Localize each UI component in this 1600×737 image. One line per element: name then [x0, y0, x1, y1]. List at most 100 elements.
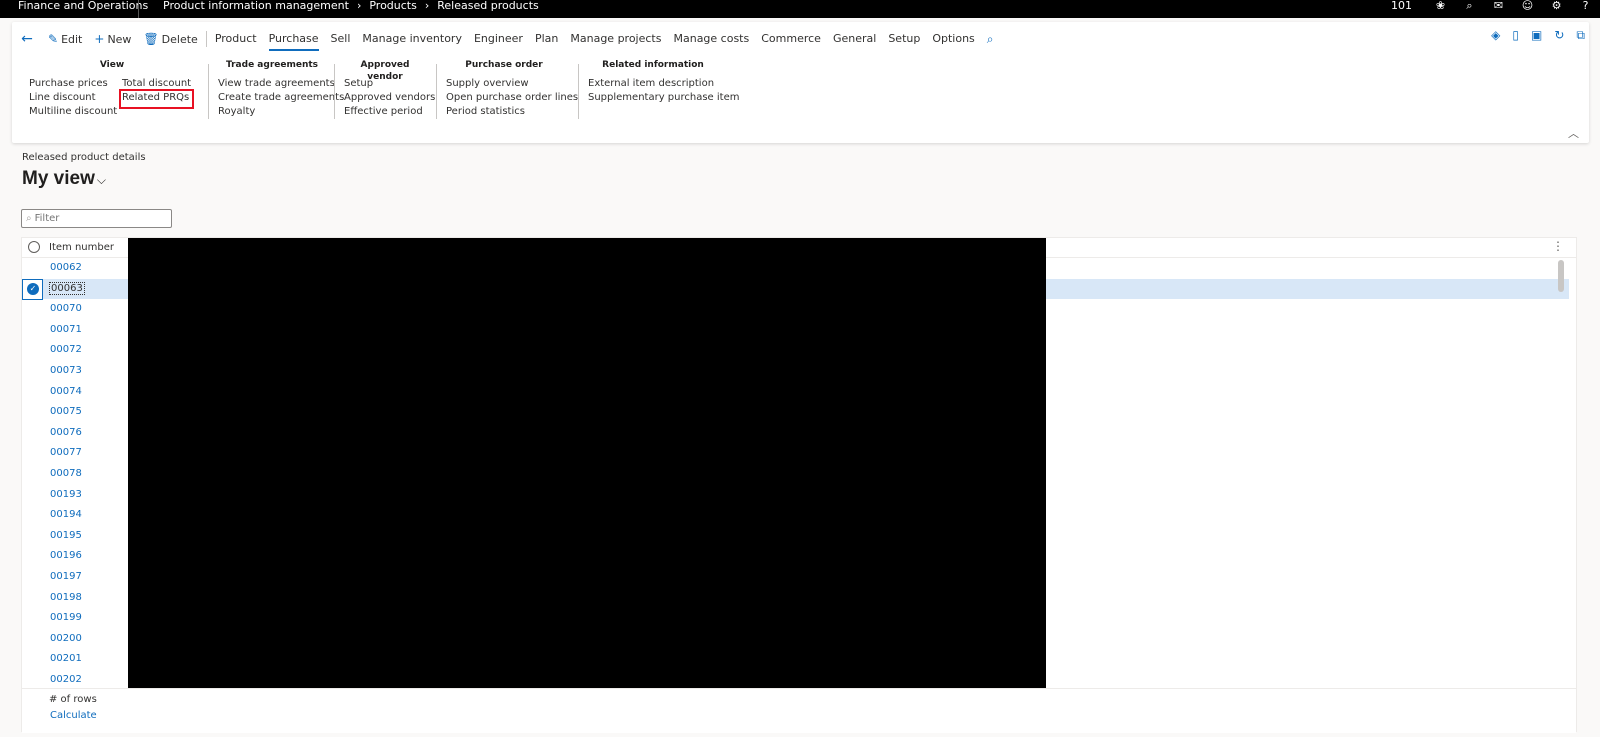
- breadcrumb: Product information management › Products ›…: [163, 0, 539, 11]
- menu-item-approved-vendors[interactable]: Approved vendors: [344, 92, 435, 106]
- grid-footer: # of rows Calculate: [22, 688, 1576, 733]
- item-number-link[interactable]: 00077: [50, 447, 82, 458]
- item-number-link[interactable]: 00197: [50, 571, 82, 582]
- tab-engineer[interactable]: Engineer: [468, 26, 529, 52]
- delete-button[interactable]: 🗑 Delete: [137, 32, 203, 46]
- menu-item-period-statistics[interactable]: Period statistics: [446, 106, 578, 120]
- menu-item-multiline-discount[interactable]: Multiline discount: [29, 106, 117, 120]
- menu-item-create-trade-agreements[interactable]: Create trade agreements: [218, 92, 344, 106]
- group-related-information: Related information External item descri…: [586, 59, 739, 119]
- menu-item-effective-period[interactable]: Effective period: [344, 106, 435, 120]
- menu-item-royalty[interactable]: Royalty: [218, 106, 344, 120]
- group-view: View Purchase prices Line discount Multi…: [26, 59, 198, 119]
- menu-item-setup[interactable]: Setup: [344, 78, 435, 92]
- select-all-radio[interactable]: [28, 241, 40, 253]
- item-number-link[interactable]: 00202: [50, 674, 82, 685]
- more-options-icon[interactable]: ⋮: [1552, 239, 1564, 253]
- item-number-link[interactable]: 00070: [50, 303, 82, 314]
- item-number-link[interactable]: 00078: [50, 468, 82, 479]
- filter-box[interactable]: ⌕: [21, 209, 172, 228]
- menu-item-view-trade-agreements[interactable]: View trade agreements: [218, 78, 344, 92]
- search-icon[interactable]: ⌕: [981, 32, 1000, 47]
- tab-sell[interactable]: Sell: [325, 26, 357, 52]
- menu-item-supply-overview[interactable]: Supply overview: [446, 78, 578, 92]
- group-header: View: [99, 60, 125, 70]
- menu-item-supplementary-purchase-item[interactable]: Supplementary purchase item: [588, 92, 739, 106]
- item-number-link[interactable]: 00200: [50, 633, 82, 644]
- diamond-icon[interactable]: ◈: [1491, 28, 1500, 43]
- refresh-icon[interactable]: ↻: [1554, 28, 1564, 43]
- menu-item-purchase-prices[interactable]: Purchase prices: [29, 78, 117, 92]
- redacted-area: [128, 238, 1046, 695]
- group-header: Trade agreements: [225, 60, 319, 70]
- item-number-link[interactable]: 00199: [50, 612, 82, 623]
- breadcrumb-item[interactable]: Released products: [437, 0, 539, 11]
- products-grid: Item number ⋮ 00062 00063 00070 00071 00072 0…: [21, 237, 1577, 733]
- tab-manage-projects[interactable]: Manage projects: [564, 26, 667, 52]
- item-number-link[interactable]: 00073: [50, 365, 82, 376]
- open-new-window-icon[interactable]: ⧉: [1576, 28, 1585, 43]
- row-check-icon[interactable]: [22, 278, 43, 300]
- view-name: My view: [22, 168, 95, 189]
- column-header-item-number[interactable]: Item number: [49, 242, 114, 253]
- item-number-link[interactable]: 00196: [50, 550, 82, 561]
- tab-manage-inventory[interactable]: Manage inventory: [356, 26, 468, 52]
- item-number-link[interactable]: 00076: [50, 427, 82, 438]
- tab-manage-costs[interactable]: Manage costs: [667, 26, 755, 52]
- item-number-link[interactable]: 00074: [50, 386, 82, 397]
- group-approved-vendor: Approved vendor Setup Approved vendors E…: [342, 59, 435, 119]
- company-picker[interactable]: 101: [1391, 0, 1412, 11]
- menu-item-external-item-description[interactable]: External item description: [588, 78, 739, 92]
- menu-item-related-prqs[interactable]: Related PRQs: [118, 89, 195, 109]
- divider: [334, 64, 335, 119]
- collapse-chevron-icon[interactable]: ︿: [1568, 125, 1579, 141]
- action-pane-tools: ◈ ▯ ▣ ↻ ⧉: [1491, 28, 1585, 43]
- new-button[interactable]: + New: [88, 32, 137, 46]
- group-trade-agreements: Trade agreements View trade agreements C…: [216, 59, 344, 119]
- feedback-icon[interactable]: ☺: [1513, 0, 1542, 11]
- back-arrow-icon[interactable]: ←: [12, 31, 42, 47]
- item-number-link[interactable]: 00193: [50, 489, 82, 500]
- group-column: Supply overview Open purchase order line…: [446, 78, 578, 120]
- menu-item-line-discount[interactable]: Line discount: [29, 92, 117, 106]
- view-selector[interactable]: My view ⌵: [22, 168, 106, 190]
- filter-input[interactable]: [34, 213, 155, 224]
- tab-purchase[interactable]: Purchase: [263, 26, 325, 52]
- item-number-link[interactable]: 00071: [50, 324, 82, 335]
- breadcrumb-item[interactable]: Product information management: [163, 0, 349, 11]
- calculate-link[interactable]: Calculate: [50, 710, 97, 721]
- tab-product[interactable]: Product: [209, 26, 263, 52]
- menu-item-total-discount[interactable]: Total discount: [122, 78, 191, 92]
- menu-item-open-purchase-order-lines[interactable]: Open purchase order lines: [446, 92, 578, 106]
- help-icon[interactable]: ?: [1571, 0, 1600, 11]
- edit-button[interactable]: ✎ Edit: [42, 32, 88, 46]
- breadcrumb-item[interactable]: Products: [369, 0, 417, 11]
- tab-general[interactable]: General: [827, 26, 882, 52]
- item-number-link[interactable]: 00201: [50, 653, 82, 664]
- new-label: New: [107, 32, 132, 46]
- item-number-link[interactable]: 00198: [50, 592, 82, 603]
- item-number-link[interactable]: 00063: [49, 281, 85, 295]
- office-icon[interactable]: ▯: [1512, 28, 1519, 43]
- notifications-icon[interactable]: ✉: [1484, 0, 1513, 11]
- divider: [208, 64, 209, 119]
- item-number-link[interactable]: 00194: [50, 509, 82, 520]
- item-number-link[interactable]: 00072: [50, 344, 82, 355]
- attachments-icon[interactable]: ▣: [1531, 28, 1542, 43]
- app-name[interactable]: Finance and Operations: [10, 0, 156, 18]
- item-number-link[interactable]: 00075: [50, 406, 82, 417]
- divider: [205, 31, 207, 47]
- tab-setup[interactable]: Setup: [882, 26, 926, 52]
- tab-options[interactable]: Options: [926, 26, 980, 52]
- search-icon[interactable]: ⌕: [1455, 0, 1484, 11]
- copilot-icon[interactable]: ❀: [1426, 0, 1455, 11]
- top-nav-bar: Finance and Operations Product informati…: [0, 0, 1600, 18]
- item-number-link[interactable]: 00195: [50, 530, 82, 541]
- item-number-link[interactable]: 00062: [50, 262, 82, 273]
- settings-icon[interactable]: ⚙: [1542, 0, 1571, 11]
- tab-commerce[interactable]: Commerce: [755, 26, 827, 52]
- group-column: Purchase prices Line discount Multiline …: [29, 78, 117, 120]
- vertical-scrollbar[interactable]: [1558, 260, 1564, 292]
- action-pane-tabs: ← ✎ Edit + New 🗑 Delete Product Purchase Se…: [12, 26, 1000, 52]
- tab-plan[interactable]: Plan: [529, 26, 564, 52]
